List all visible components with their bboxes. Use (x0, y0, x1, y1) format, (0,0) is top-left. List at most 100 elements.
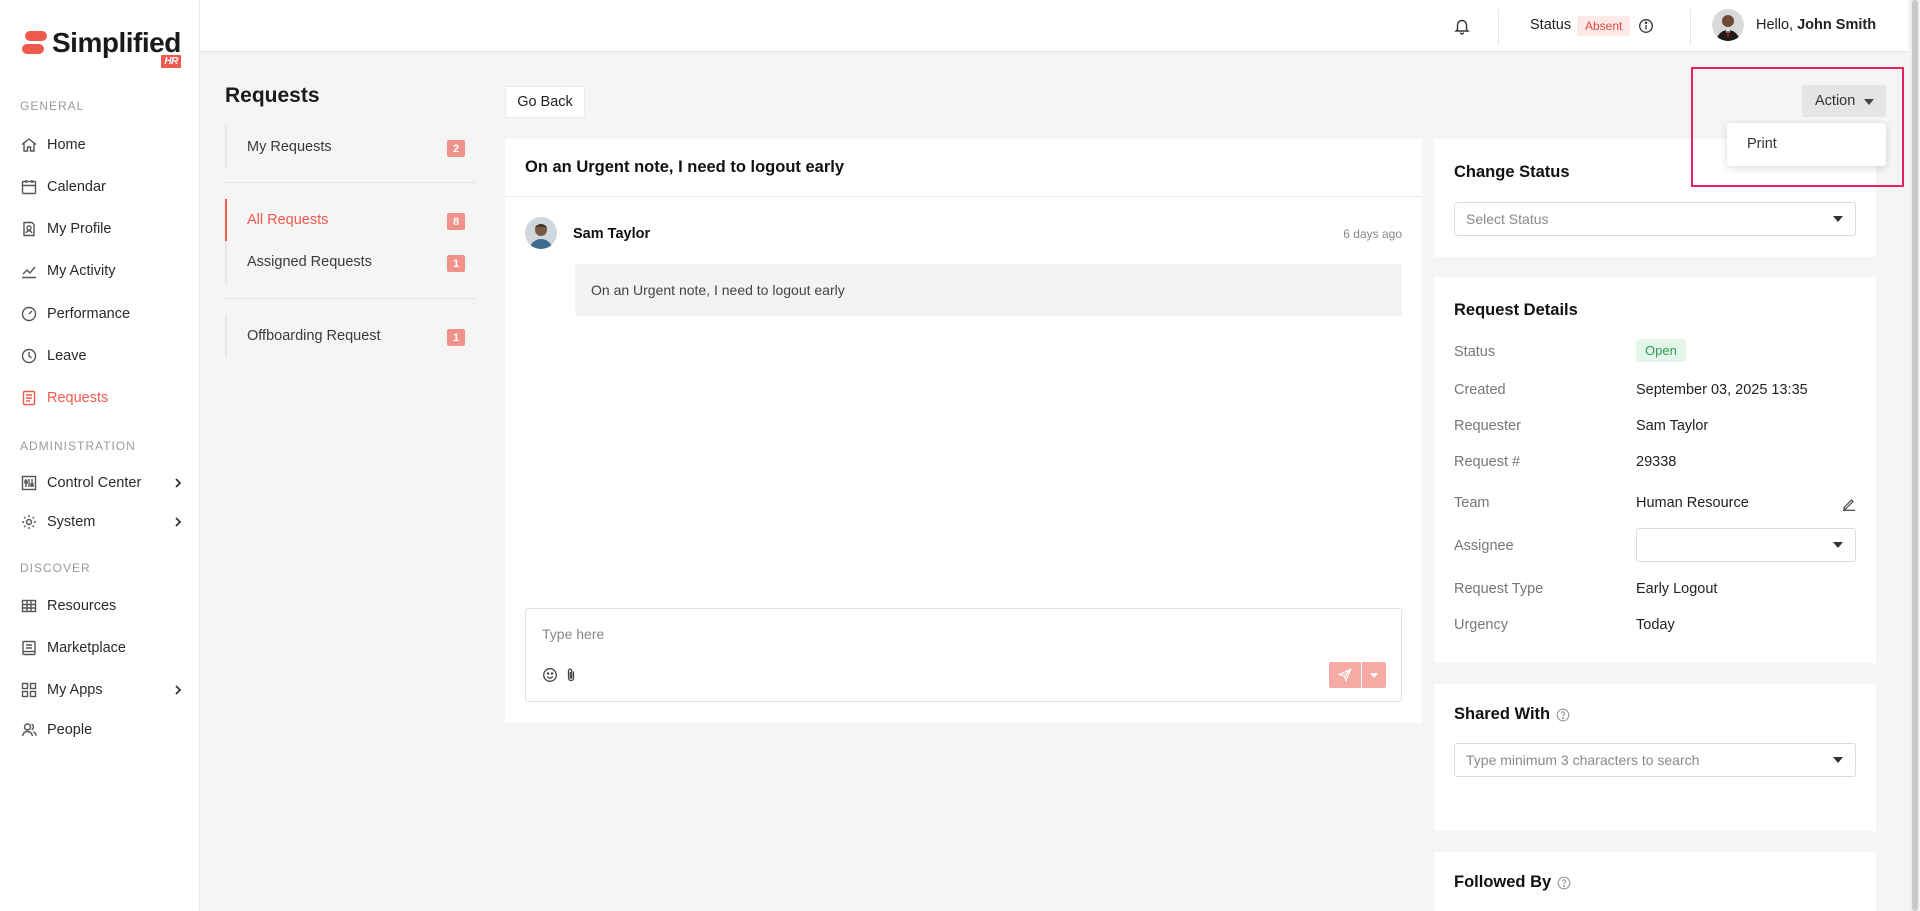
nav-item-label: System (47, 514, 96, 530)
nav-item-label: My Profile (47, 221, 112, 237)
caret-down-icon (1864, 99, 1874, 105)
request-details-card: Request Details Status Open Created Sept… (1434, 277, 1876, 663)
assignee-select[interactable] (1636, 528, 1856, 562)
caret-down-icon (1833, 542, 1843, 548)
nav-item-control-center[interactable]: Control Center (20, 470, 185, 496)
send-icon (1338, 668, 1352, 682)
request-number-value: 29338 (1636, 454, 1677, 470)
divider (225, 182, 475, 183)
apps-icon (21, 682, 37, 698)
detail-label: Request Type (1454, 581, 1544, 597)
action-button-label: Action (1815, 93, 1856, 109)
help-icon[interactable] (1557, 876, 1571, 890)
nav-item-leave[interactable]: Leave (20, 343, 185, 369)
status-select-placeholder: Select Status (1466, 211, 1549, 227)
nav-item-calendar[interactable]: Calendar (20, 174, 185, 200)
bell-icon[interactable] (1453, 17, 1471, 35)
nav-item-requests[interactable]: Requests (20, 385, 185, 411)
caret-down-icon (1833, 216, 1843, 222)
grid-icon (21, 599, 37, 613)
nav-item-my-activity[interactable]: My Activity (20, 258, 185, 284)
people-icon (21, 723, 37, 737)
request-link-assigned-requests[interactable]: Assigned Requests 1 (227, 241, 475, 283)
page-scrollbar[interactable] (1910, 0, 1920, 911)
nav-item-label: Marketplace (47, 640, 126, 656)
page-title: Requests (225, 84, 320, 107)
sliders-icon (21, 475, 37, 491)
edit-icon[interactable] (1842, 497, 1856, 511)
nav-item-my-apps[interactable]: My Apps (20, 677, 185, 703)
status-badge: Absent (1577, 16, 1631, 36)
message-input[interactable] (542, 623, 1382, 645)
author-avatar (525, 217, 557, 249)
nav-section-discover: DISCOVER (20, 561, 91, 575)
brand-name: Simplified HR (52, 27, 181, 68)
user-avatar[interactable] (1712, 9, 1744, 41)
request-thread-card: On an Urgent note, I need to logout earl… (505, 139, 1422, 723)
nav-item-marketplace[interactable]: Marketplace (20, 635, 185, 661)
request-type-value: Early Logout (1636, 581, 1718, 597)
nav-item-label: Performance (47, 306, 131, 322)
calendar-icon (21, 180, 37, 195)
menu-item-print[interactable]: Print (1747, 136, 1777, 152)
detail-label: Urgency (1454, 617, 1508, 633)
detail-label: Status (1454, 344, 1496, 360)
logo-mark-icon (22, 31, 47, 57)
nav-item-system[interactable]: System (20, 509, 185, 535)
request-link-label: Offboarding Request (247, 328, 381, 344)
action-menu: Print (1727, 123, 1886, 166)
nav-item-label: Control Center (47, 475, 142, 491)
nav-item-label: My Activity (47, 263, 116, 279)
brand-logo[interactable]: Simplified HR (22, 27, 181, 68)
caret-down-icon (1370, 673, 1378, 678)
request-count-badge: 1 (447, 329, 465, 346)
nav-item-label: Leave (47, 348, 87, 364)
info-icon[interactable] (1638, 18, 1654, 34)
gear-icon (22, 515, 36, 529)
chevron-right-icon (175, 517, 182, 527)
user-name: John Smith (1797, 17, 1877, 33)
detail-label: Request # (1454, 454, 1521, 470)
nav-item-people[interactable]: People (20, 717, 185, 743)
attachment-icon[interactable] (564, 667, 578, 683)
emoji-icon[interactable] (542, 667, 558, 683)
request-count-badge: 1 (447, 255, 465, 272)
request-link-all-requests[interactable]: All Requests 8 (225, 199, 475, 241)
chevron-right-icon (175, 685, 182, 695)
nav-item-my-profile[interactable]: My Profile (20, 216, 185, 242)
topbar: Status Absent Hello, John Smith (200, 0, 1908, 52)
nav-section-administration: ADMINISTRATION (20, 439, 136, 453)
divider (225, 298, 475, 299)
request-count-badge: 2 (447, 140, 465, 157)
team-value: Human Resource (1636, 495, 1749, 511)
send-button[interactable] (1329, 662, 1361, 688)
request-group: All Requests 8 Assigned Requests 1 (225, 199, 475, 283)
author-name: Sam Taylor (573, 226, 651, 242)
nav-item-label: My Apps (47, 682, 103, 698)
send-options-button[interactable] (1362, 662, 1386, 688)
scrollbar-thumb[interactable] (1912, 0, 1918, 911)
request-count-badge: 8 (447, 213, 465, 230)
nav-item-resources[interactable]: Resources (20, 593, 185, 619)
detail-label: Assignee (1454, 538, 1514, 554)
caret-down-icon (1833, 757, 1843, 763)
nav-item-label: Resources (47, 598, 117, 614)
nav-item-performance[interactable]: Performance (20, 301, 185, 327)
request-details-title: Request Details (1454, 301, 1578, 319)
request-group: Offboarding Request 1 (225, 315, 475, 357)
shared-with-card: Shared With Type minimum 3 characters to… (1434, 684, 1876, 831)
status-select[interactable]: Select Status (1454, 202, 1856, 236)
activity-icon (22, 266, 36, 279)
action-button[interactable]: Action (1802, 85, 1886, 117)
status-label: Status (1530, 17, 1572, 33)
clock-icon (21, 348, 37, 364)
shared-with-search[interactable]: Type minimum 3 characters to search (1454, 743, 1856, 777)
help-icon[interactable] (1556, 708, 1570, 722)
nav-item-home[interactable]: Home (20, 132, 185, 158)
request-link-label: All Requests (247, 212, 329, 228)
request-link-offboarding-request[interactable]: Offboarding Request 1 (227, 315, 475, 357)
divider (1498, 9, 1499, 45)
detail-label: Team (1454, 495, 1490, 511)
go-back-button[interactable]: Go Back (505, 86, 585, 118)
request-link-my-requests[interactable]: My Requests 2 (227, 126, 475, 168)
